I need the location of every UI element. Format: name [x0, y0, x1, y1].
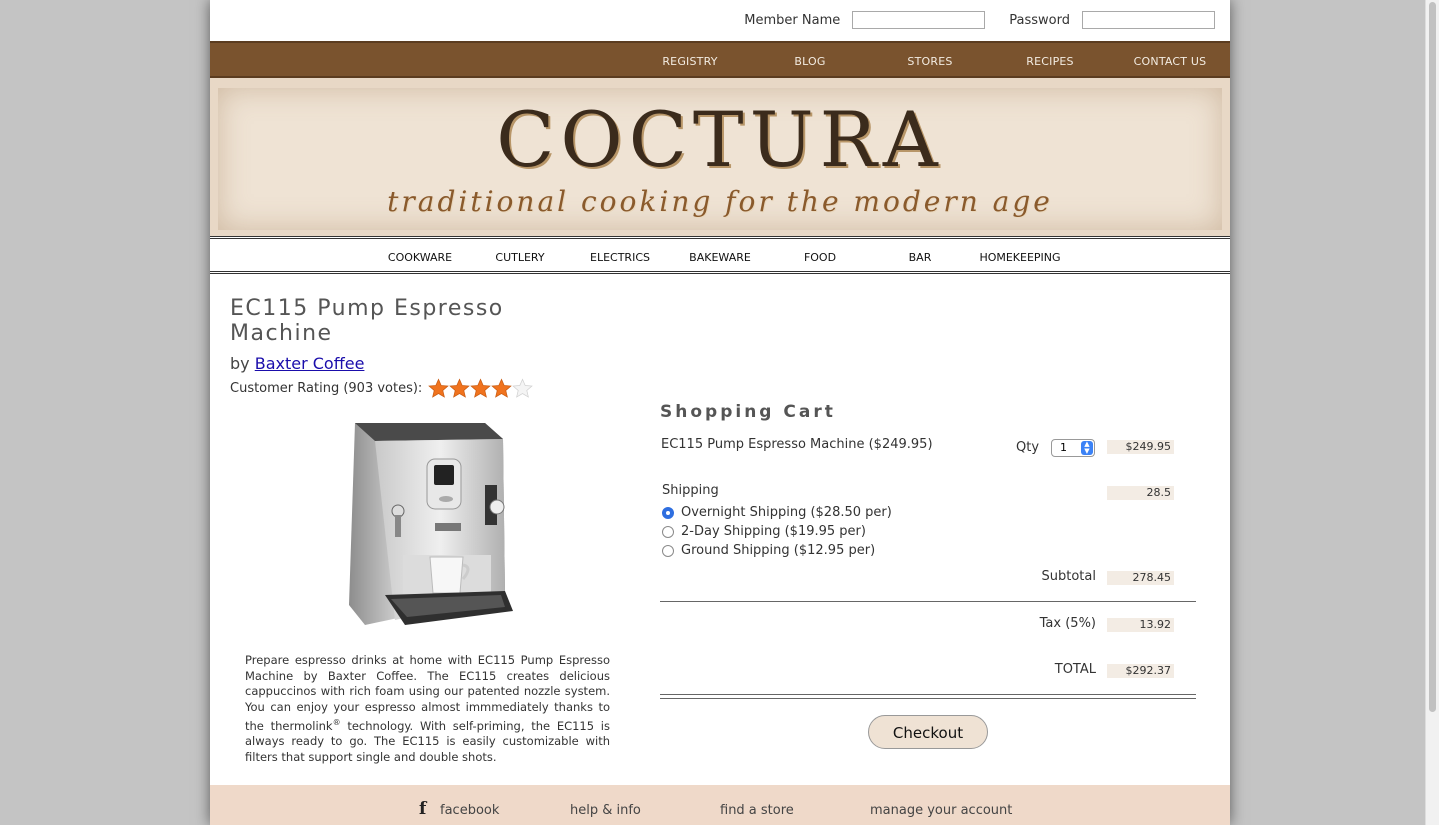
login-bar: Member Name Password: [744, 10, 1215, 30]
product-title: EC115 Pump Espresso Machine: [230, 296, 504, 346]
byline-prefix: by: [230, 354, 250, 373]
rating-stars: [428, 378, 534, 399]
star-filled-icon: [470, 378, 492, 398]
registered-mark: ®: [332, 718, 341, 727]
radio-overnight[interactable]: [662, 506, 674, 519]
category-bar[interactable]: BAR: [909, 251, 932, 264]
divider: [660, 601, 1196, 602]
page: Member Name Password REGISTRY BLOG STORE…: [210, 0, 1230, 825]
shipping-amount: 28.5: [1107, 486, 1174, 500]
chevron-updown-icon: ▲ ▼: [1081, 441, 1093, 455]
brand-link[interactable]: Baxter Coffee: [255, 354, 365, 373]
tax-label: Tax (5%): [1039, 616, 1096, 631]
shipping-option-label: 2-Day Shipping ($19.95 per): [681, 524, 866, 539]
shipping-option-ground[interactable]: Ground Shipping ($12.95 per): [662, 543, 875, 558]
rating-label: Customer Rating (903 votes):: [230, 381, 423, 396]
total-amount: $292.37: [1107, 664, 1174, 678]
category-homekeeping[interactable]: HOMEKEEPING: [979, 251, 1060, 264]
checkout-button[interactable]: Checkout: [868, 715, 988, 749]
star-filled-icon: [491, 378, 513, 398]
category-cookware[interactable]: COOKWARE: [388, 251, 452, 264]
radio-2day[interactable]: [662, 525, 674, 538]
nav-contact-us[interactable]: CONTACT US: [1134, 55, 1207, 68]
qty-value: 1: [1060, 441, 1067, 454]
nav-registry[interactable]: REGISTRY: [662, 55, 717, 68]
product-description: Prepare espresso drinks at home with EC1…: [245, 653, 610, 765]
category-nav: COOKWARE CUTLERY ELECTRICS BAKEWARE FOOD…: [210, 236, 1230, 274]
category-electrics[interactable]: ELECTRICS: [590, 251, 650, 264]
star-filled-icon: [449, 378, 471, 398]
shipping-option-2day[interactable]: 2-Day Shipping ($19.95 per): [662, 524, 866, 539]
category-bakeware[interactable]: BAKEWARE: [689, 251, 751, 264]
shipping-option-overnight[interactable]: Overnight Shipping ($28.50 per): [662, 505, 892, 520]
star-empty-icon: [512, 378, 534, 398]
subtotal-label: Subtotal: [1041, 569, 1096, 584]
star-filled-icon: [428, 378, 450, 398]
footer-account-link[interactable]: manage your account: [870, 803, 1012, 818]
category-food[interactable]: FOOD: [804, 251, 836, 264]
footer-help-link[interactable]: help & info: [570, 803, 641, 818]
tax-amount: 13.92: [1107, 618, 1174, 632]
qty-label: Qty: [1016, 440, 1040, 455]
password-label: Password: [1009, 12, 1070, 28]
shipping-option-label: Ground Shipping ($12.95 per): [681, 543, 876, 558]
cart-item-name: EC115 Pump Espresso Machine ($249.95): [661, 437, 933, 452]
item-amount: $249.95: [1107, 440, 1174, 454]
brand-tagline: traditional cooking for the modern age: [387, 185, 1053, 218]
password-input[interactable]: [1082, 11, 1215, 29]
footer-find-store-link[interactable]: find a store: [720, 803, 794, 818]
nav-stores[interactable]: STORES: [907, 55, 952, 68]
qty-select[interactable]: 1 ▲ ▼: [1051, 439, 1095, 457]
facebook-icon[interactable]: f: [419, 799, 426, 819]
subtotal-amount: 278.45: [1107, 571, 1174, 585]
brand-logo[interactable]: COCTURA: [210, 102, 1230, 178]
nav-blog[interactable]: BLOG: [794, 55, 825, 68]
scrollbar-thumb[interactable]: [1429, 2, 1436, 712]
radio-ground[interactable]: [662, 544, 674, 557]
footer-facebook-link[interactable]: facebook: [440, 803, 499, 818]
product-image: [349, 423, 513, 625]
nav-recipes[interactable]: RECIPES: [1026, 55, 1073, 68]
top-nav: REGISTRY BLOG STORES RECIPES CONTACT US: [210, 41, 1230, 78]
total-label: TOTAL: [1054, 662, 1096, 677]
banner[interactable]: COCTURA traditional cooking for the mode…: [210, 78, 1230, 236]
scrollbar[interactable]: [1425, 0, 1439, 825]
cart-title: Shopping Cart: [660, 402, 836, 422]
member-name-input[interactable]: [852, 11, 986, 29]
product-byline: by Baxter Coffee: [230, 354, 364, 373]
shipping-label: Shipping: [662, 483, 719, 498]
shipping-option-label: Overnight Shipping ($28.50 per): [681, 505, 892, 520]
member-name-label: Member Name: [744, 12, 841, 28]
customer-rating: Customer Rating (903 votes):: [230, 378, 534, 399]
double-divider: [660, 694, 1196, 699]
footer: f facebook help & info find a store mana…: [210, 785, 1230, 825]
category-cutlery[interactable]: CUTLERY: [495, 251, 544, 264]
